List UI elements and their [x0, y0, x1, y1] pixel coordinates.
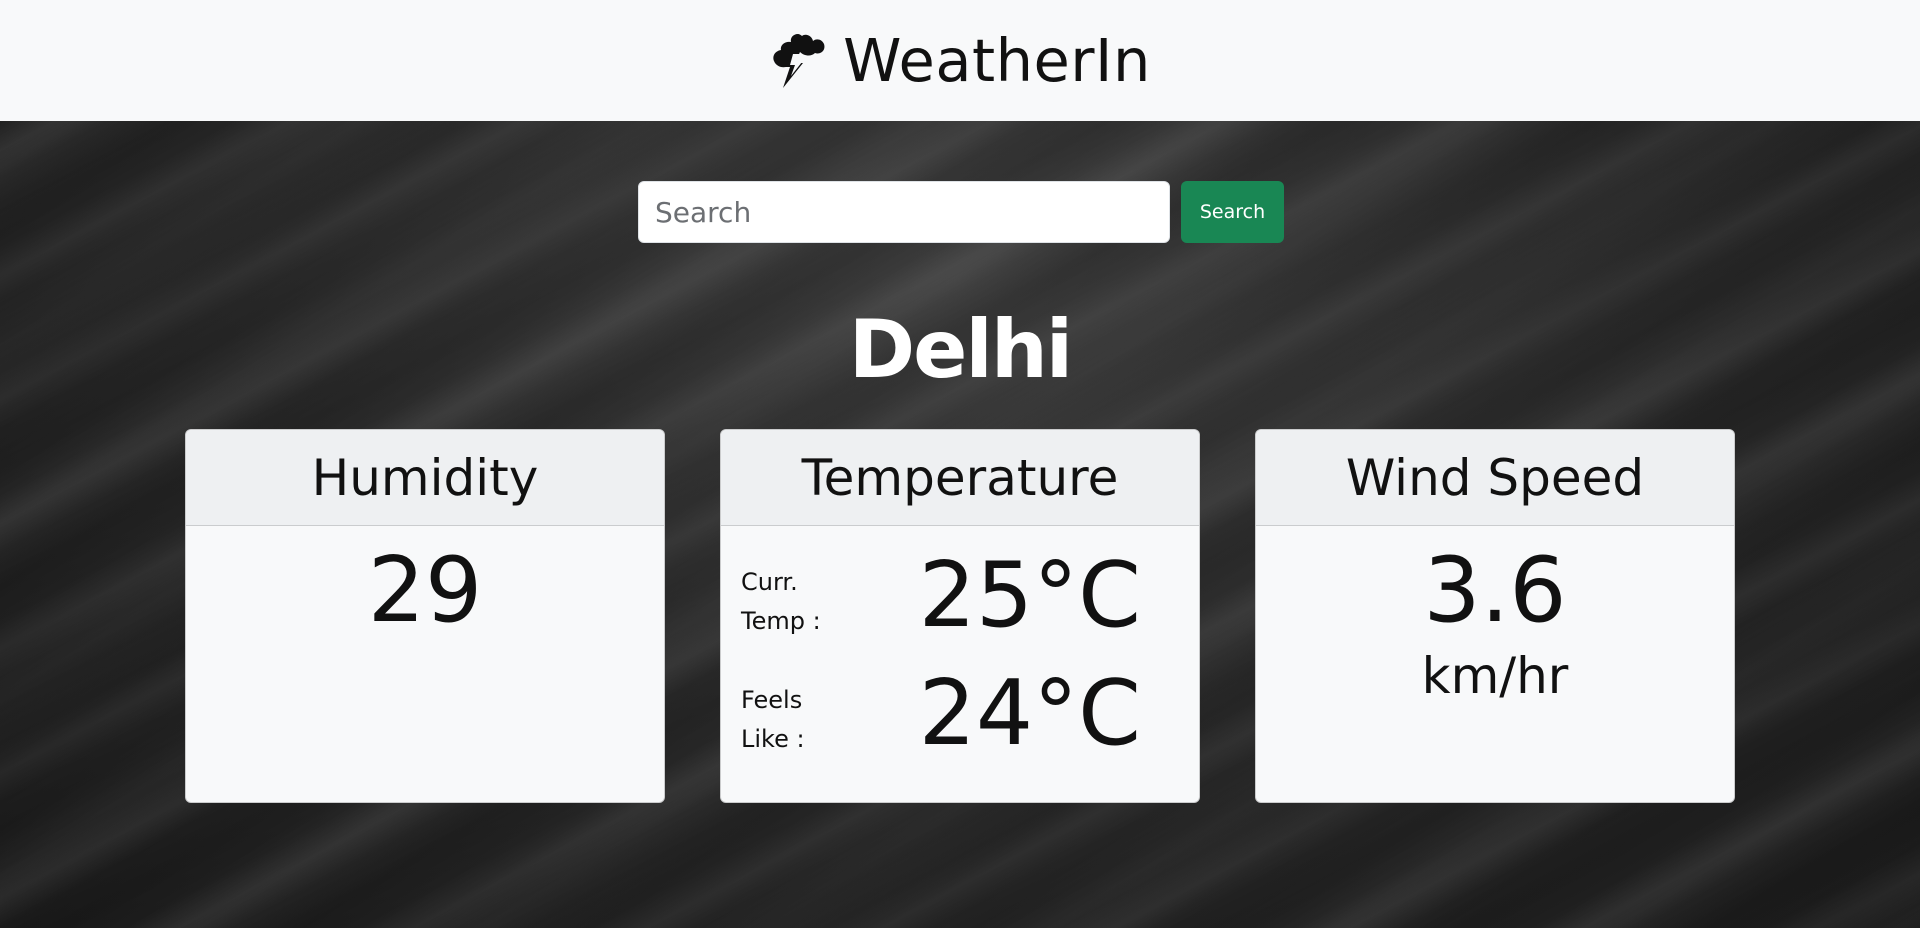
wind-speed-value: 3.6 [1423, 538, 1567, 643]
temperature-card-title: Temperature [721, 430, 1199, 526]
current-temp-label-line2: Temp : [741, 607, 821, 635]
brand-name[interactable]: WeatherIn [843, 26, 1151, 95]
wind-speed-card-title: Wind Speed [1256, 430, 1734, 526]
humidity-value: 29 [367, 538, 483, 643]
humidity-card: Humidity 29 [185, 429, 665, 803]
feels-like-label-line1: Feels [741, 686, 803, 714]
humidity-card-title: Humidity [186, 430, 664, 526]
wind-speed-unit: km/hr [1421, 647, 1569, 705]
search-button[interactable]: Search [1181, 181, 1284, 243]
feels-like-label-line2: Like : [741, 725, 805, 753]
city-name: Delhi [848, 303, 1073, 396]
current-temp-value: 25°C [918, 543, 1141, 648]
current-temp-label-line1: Curr. [741, 568, 798, 596]
navbar: WeatherIn [0, 0, 1920, 121]
temperature-card: Temperature Curr. Temp : 25°C Feels Like… [720, 429, 1200, 803]
feels-like-label: Feels Like : [741, 681, 851, 759]
current-temp-row: Curr. Temp : 25°C [721, 526, 1199, 648]
search-form: Search [638, 181, 1284, 243]
current-temp-label: Curr. Temp : [741, 563, 851, 641]
wind-speed-card: Wind Speed 3.6 km/hr [1255, 429, 1735, 803]
feels-like-row: Feels Like : 24°C [721, 644, 1199, 766]
feels-like-value: 24°C [918, 661, 1141, 766]
cloud-lightning-icon [773, 33, 825, 88]
search-input[interactable] [638, 181, 1170, 243]
